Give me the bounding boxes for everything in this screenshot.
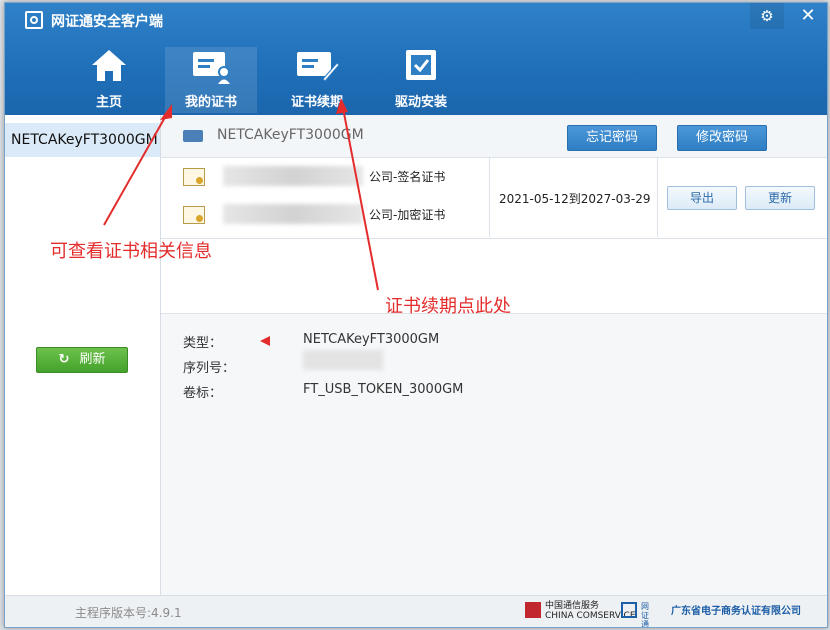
type-value: NETCAKeyFT3000GM	[303, 332, 440, 347]
nav-driver-install-label: 驱动安装	[394, 95, 447, 110]
certificate-file-icon	[183, 168, 205, 186]
driver-install-icon	[406, 50, 436, 80]
window-title: 网证通安全客户端	[51, 14, 163, 30]
close-icon[interactable]: ✕	[791, 3, 825, 29]
refresh-button[interactable]: ↻ 刷新	[36, 347, 128, 373]
redacted-serial	[303, 350, 383, 370]
certificate-icon	[193, 52, 230, 84]
certificate-name: 公司-加密证书	[369, 208, 446, 222]
sidebar: NETCAKeyFT3000GM ↻ 刷新	[5, 115, 161, 595]
usb-key-icon	[183, 130, 203, 142]
china-comservice-logo	[525, 602, 541, 618]
export-button[interactable]: 导出	[667, 186, 737, 210]
serial-label: 序列号：	[183, 361, 236, 376]
forgot-password-button[interactable]: 忘记密码	[567, 125, 657, 151]
footer: 主程序版本号:4.9.1 中国通信服务 CHINA COMSERVICE 网证通…	[5, 595, 827, 628]
certificate-details: 类型： NETCAKeyFT3000GM 序列号： 卷标： FT_USB_TOK…	[161, 313, 827, 596]
nav-certificate-renew-label: 证书续期	[290, 95, 343, 110]
nav-home[interactable]: 主页	[63, 47, 155, 113]
netca-text: 网证通	[641, 602, 649, 628]
device-bar: NETCAKeyFT3000GM 忘记密码 修改密码	[161, 115, 827, 158]
certificate-table: 公司-签名证书 公司-加密证书 2021-05-12到2027-03-29 导出…	[161, 158, 827, 239]
nav-my-certificates-label: 我的证书	[184, 95, 237, 110]
column-divider	[489, 158, 490, 237]
gd-ca-logo-text: 广东省电子商务认证有限公司	[671, 606, 801, 617]
certificate-file-icon	[183, 206, 205, 224]
type-label: 类型：	[183, 336, 223, 351]
annotation-cert-info: 可查看证书相关信息	[50, 241, 212, 262]
nav-my-certificates[interactable]: 我的证书	[165, 47, 257, 113]
certificate-renew-icon	[297, 52, 340, 82]
volume-value: FT_USB_TOKEN_3000GM	[303, 382, 464, 397]
netca-logo	[621, 602, 637, 618]
home-icon	[92, 50, 126, 81]
nav-home-label: 主页	[95, 95, 122, 110]
header-bar: 网证通安全客户端 ⚙ ✕ 主页 我的证书 证书续期 驱动安装	[5, 3, 827, 115]
column-divider	[657, 158, 658, 237]
volume-label: 卷标：	[183, 386, 223, 401]
renew-button[interactable]: 更新	[745, 186, 815, 210]
certificate-name: 公司-签名证书	[369, 170, 446, 184]
app-logo-icon	[25, 11, 43, 29]
sidebar-device-item[interactable]: NETCAKeyFT3000GM	[5, 123, 160, 157]
main-panel: NETCAKeyFT3000GM 忘记密码 修改密码 公司-签名证书 公司-加密…	[161, 115, 827, 596]
redacted-text	[223, 204, 363, 224]
refresh-icon: ↻	[58, 352, 70, 367]
change-password-button[interactable]: 修改密码	[677, 125, 767, 151]
certificate-validity: 2021-05-12到2027-03-29	[499, 192, 651, 206]
annotation-renew-here: 证书续期点此处	[385, 296, 511, 317]
nav-driver-install[interactable]: 驱动安装	[375, 47, 467, 113]
version-text: 主程序版本号:4.9.1	[75, 606, 182, 620]
redacted-text	[223, 166, 363, 186]
refresh-label: 刷新	[79, 352, 106, 367]
gear-icon[interactable]: ⚙	[750, 3, 784, 29]
device-name: NETCAKeyFT3000GM	[217, 127, 364, 143]
nav-certificate-renew[interactable]: 证书续期	[271, 47, 363, 113]
